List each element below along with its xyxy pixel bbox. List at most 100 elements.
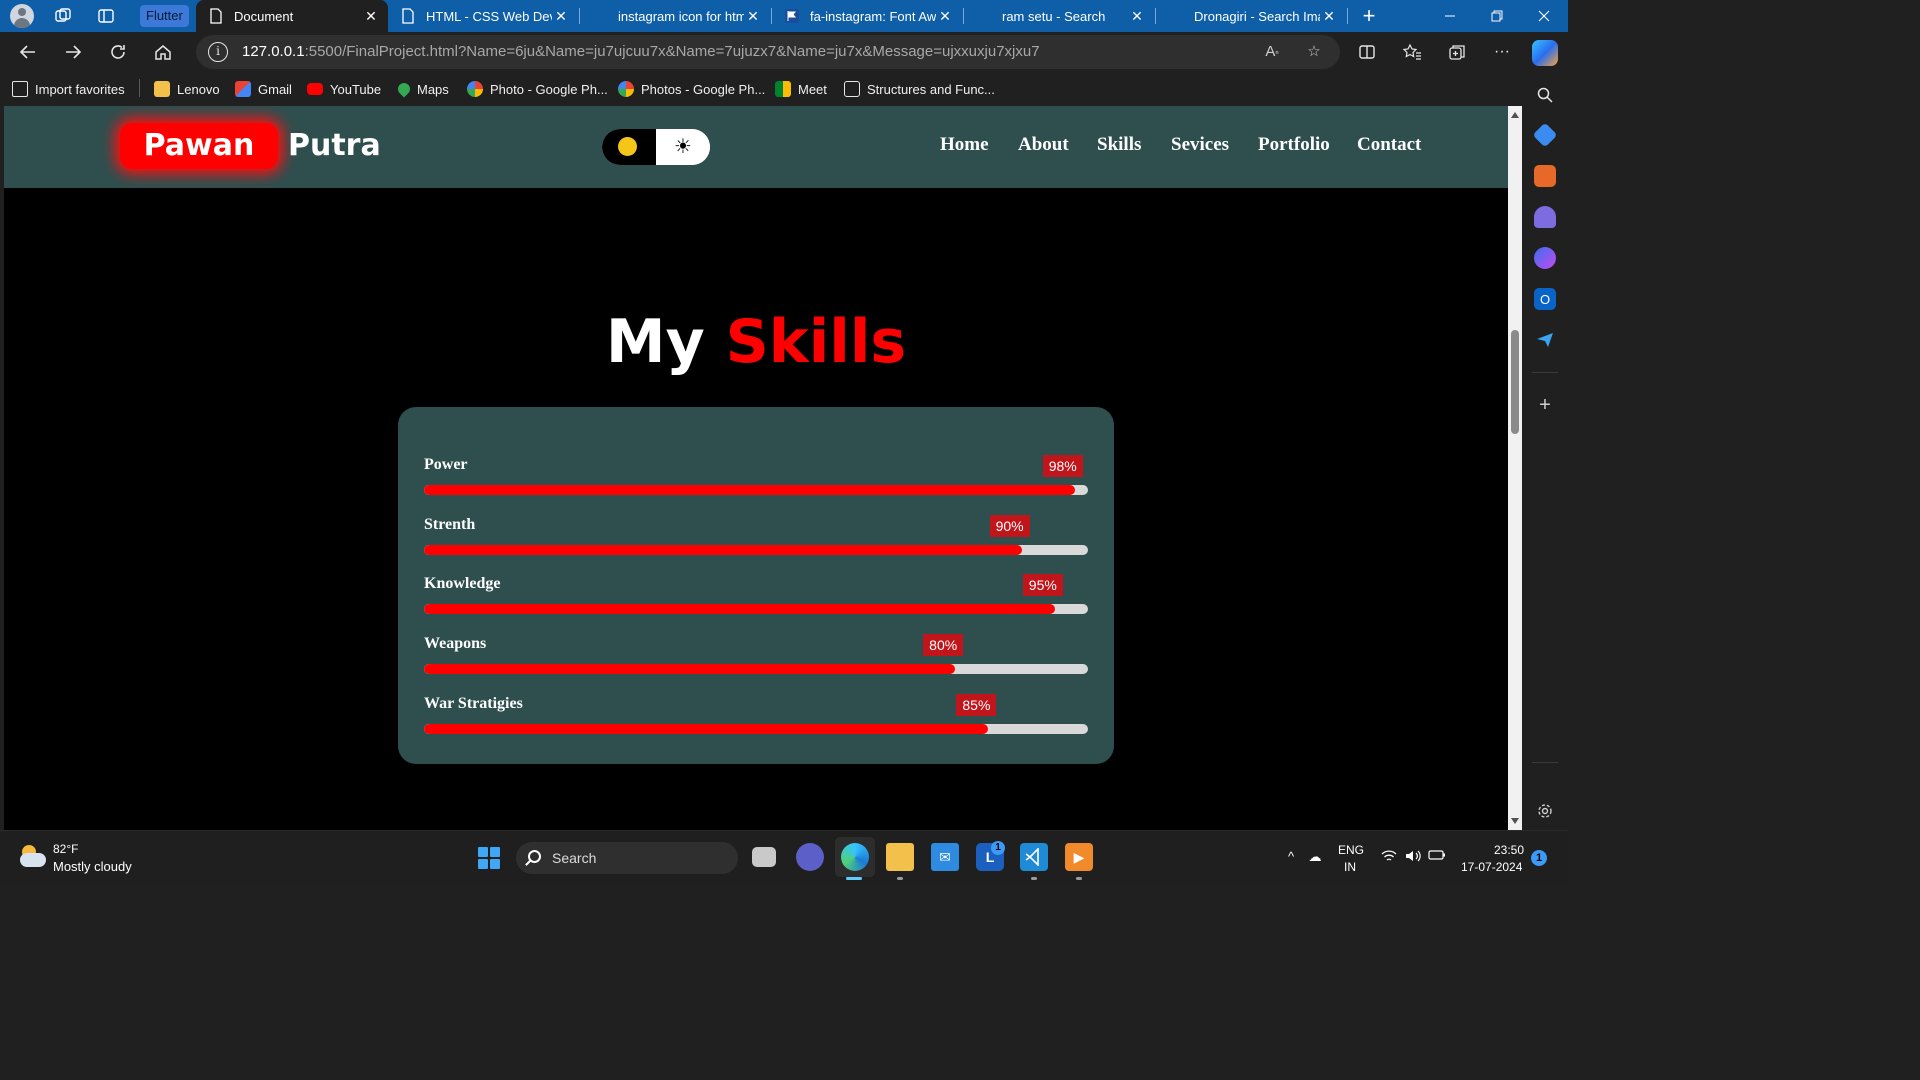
onedrive-cloud-icon[interactable]: ☁ [1306, 849, 1324, 865]
nav-services[interactable]: Sevices [1171, 134, 1229, 156]
skill-percent-badge: 95% [1022, 574, 1063, 596]
send-icon[interactable] [1534, 329, 1556, 351]
dark-mode-option[interactable] [602, 129, 656, 165]
profile-avatar[interactable] [10, 4, 34, 28]
nav-skills[interactable]: Skills [1097, 134, 1141, 156]
tab-dronagiri-search[interactable]: Dronagiri - Search Imag ✕ [1166, 0, 1344, 32]
close-icon[interactable]: ✕ [936, 8, 954, 25]
vertical-tabs-icon[interactable] [94, 4, 118, 28]
scroll-up-arrow-icon[interactable] [1511, 112, 1519, 118]
task-view-icon[interactable] [752, 847, 776, 867]
workspaces-icon[interactable] [51, 4, 75, 28]
google-photos-icon [618, 81, 634, 97]
restore-button[interactable] [1474, 0, 1520, 32]
scroll-down-arrow-icon[interactable] [1511, 818, 1519, 824]
tab-fa-instagram[interactable]: fa-instagram: Font Awe ✕ [782, 0, 960, 32]
nav-about[interactable]: About [1018, 134, 1069, 156]
sun-icon[interactable]: ☀ [656, 129, 710, 165]
media-player-icon[interactable]: ▶ [1065, 843, 1093, 871]
nav-portfolio[interactable]: Portfolio [1258, 134, 1330, 156]
favorites-icon[interactable] [1398, 38, 1426, 66]
tab-group-flutter[interactable]: Flutter [140, 5, 189, 27]
add-icon[interactable]: + [1534, 394, 1556, 416]
minimize-button[interactable] [1427, 0, 1473, 32]
skill-name: Weapons [424, 635, 487, 652]
tab-instagram-icon[interactable]: instagram icon for htm ✕ [590, 0, 768, 32]
shopping-tag-icon[interactable] [1532, 122, 1558, 148]
close-icon[interactable]: ✕ [1320, 8, 1338, 25]
volume-icon[interactable] [1404, 849, 1422, 865]
bookmark-photo-google[interactable]: Photo - Google Ph... [467, 79, 608, 99]
refresh-button[interactable] [104, 38, 132, 66]
skill-item: Strenth 90% [424, 512, 1088, 572]
home-button[interactable] [149, 38, 177, 66]
skill-item: War Stratigies 85% [424, 691, 1088, 751]
copilot-icon[interactable] [1532, 40, 1558, 66]
notification-count-badge[interactable]: 1 [1531, 850, 1547, 866]
collections-icon[interactable] [1443, 38, 1471, 66]
close-icon[interactable]: ✕ [1128, 8, 1146, 25]
weather-temperature[interactable]: 82°F [53, 842, 78, 856]
site-info-icon[interactable]: i [208, 42, 228, 62]
nav-contact[interactable]: Contact [1357, 134, 1421, 156]
bookmark-youtube[interactable]: YouTube [307, 79, 381, 99]
read-aloud-icon[interactable]: Aⁿ [1262, 42, 1282, 62]
address-bar[interactable]: i 127.0.0.1:5500/FinalProject.html?Name=… [196, 35, 1340, 69]
bookmark-structures[interactable]: Structures and Func... [844, 79, 995, 99]
bookmark-meet[interactable]: Meet [775, 79, 827, 99]
teams-chat-icon[interactable] [796, 843, 824, 871]
more-menu-icon[interactable]: ··· [1488, 38, 1516, 66]
skills-heading: My Skills [4, 304, 1508, 380]
scroll-thumb[interactable] [1511, 330, 1519, 434]
document-icon [400, 8, 416, 24]
search-icon[interactable] [1534, 84, 1556, 106]
games-icon[interactable] [1534, 206, 1556, 228]
maps-icon [395, 80, 413, 98]
logo-second-word[interactable]: Putra [288, 126, 381, 166]
clock-date[interactable]: 17-07-2024 [1461, 860, 1522, 874]
close-window-button[interactable] [1521, 0, 1567, 32]
close-icon[interactable]: ✕ [362, 8, 380, 25]
weather-cloudy-icon[interactable] [18, 845, 46, 867]
edge-browser-icon[interactable] [841, 843, 869, 871]
outlook-icon[interactable]: O [1534, 288, 1556, 310]
tab-html-css[interactable]: HTML - CSS Web Devel ✕ [398, 0, 576, 32]
clock-time[interactable]: 23:50 [1494, 843, 1524, 857]
battery-icon[interactable] [1428, 849, 1446, 865]
new-tab-button[interactable]: + [1357, 3, 1381, 28]
bookmark-gmail[interactable]: Gmail [235, 79, 292, 99]
show-hidden-icons-chevron-icon[interactable]: ^ [1282, 849, 1300, 865]
tools-icon[interactable] [1534, 165, 1556, 187]
microsoft-365-icon[interactable] [1534, 247, 1556, 269]
bookmark-maps[interactable]: Maps [395, 79, 449, 99]
file-explorer-icon[interactable] [886, 843, 914, 871]
page-scrollbar[interactable] [1508, 106, 1522, 830]
bookmark-lenovo[interactable]: Lenovo [154, 79, 220, 99]
weather-description[interactable]: Mostly cloudy [53, 859, 132, 874]
windows-start-icon[interactable] [478, 847, 500, 869]
favorite-star-icon[interactable]: ☆ [1304, 42, 1324, 62]
close-icon[interactable]: ✕ [744, 8, 762, 25]
nav-home[interactable]: Home [940, 134, 989, 156]
theme-toggle[interactable]: ☀ [602, 129, 710, 165]
language-indicator-top[interactable]: ENG [1338, 843, 1364, 857]
split-screen-icon[interactable] [1353, 38, 1381, 66]
skill-name: War Stratigies [424, 695, 523, 712]
bookmark-photos-google[interactable]: Photos - Google Ph... [618, 79, 765, 99]
taskbar-search[interactable]: Search [516, 842, 738, 874]
language-indicator-bottom[interactable]: IN [1344, 860, 1356, 874]
skill-progress-track [424, 604, 1088, 614]
url-text[interactable]: 127.0.0.1:5500/FinalProject.html?Name=6j… [242, 43, 1040, 60]
tab-ram-setu-search[interactable]: ram setu - Search ✕ [974, 0, 1152, 32]
bookmark-import-favorites[interactable]: Import favorites [12, 79, 125, 99]
close-icon[interactable]: ✕ [552, 8, 570, 25]
back-button[interactable] [14, 38, 42, 66]
wifi-icon[interactable] [1380, 849, 1398, 865]
tab-document[interactable]: Document ✕ [196, 0, 388, 32]
settings-icon[interactable] [1534, 800, 1556, 822]
mail-icon[interactable]: ✉ [931, 843, 959, 871]
skill-percent-badge: 90% [989, 515, 1030, 537]
vscode-icon[interactable] [1020, 843, 1048, 871]
forward-button[interactable] [59, 38, 87, 66]
logo-first-word[interactable]: Pawan [120, 123, 278, 169]
